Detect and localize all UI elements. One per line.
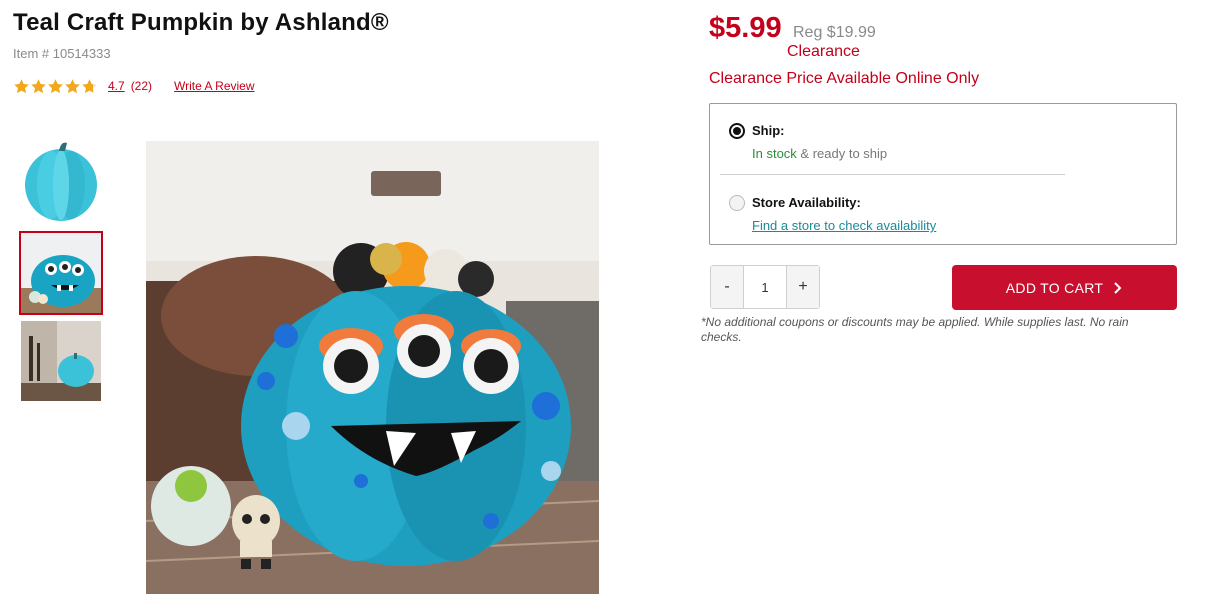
rating-row: 4.7 (22) Write A Review: [13, 76, 255, 96]
star-icon: [14, 78, 29, 93]
regular-price: Reg $19.99: [793, 24, 876, 41]
product-title: Teal Craft Pumpkin by Ashland®: [13, 9, 389, 36]
star-icon: [31, 78, 46, 93]
store-availability-label: Store Availability:: [752, 195, 861, 210]
star-rating: [13, 78, 98, 95]
fulfillment-options: Ship: In stock & ready to ship Store Ava…: [709, 103, 1177, 245]
disclaimer-text: *No additional coupons or discounts may …: [701, 315, 1129, 344]
star-half-icon: [82, 78, 97, 93]
review-count[interactable]: (22): [131, 79, 152, 93]
add-to-cart-button[interactable]: ADD TO CART: [952, 265, 1177, 310]
find-store-link[interactable]: Find a store to check availability: [752, 218, 936, 233]
main-product-image: [146, 141, 599, 594]
pumpkin-scene-thumbnail-image: [21, 321, 101, 401]
ship-radio[interactable]: [729, 123, 745, 139]
item-number: Item # 10514333: [13, 46, 111, 61]
ship-availability: In stock & ready to ship: [752, 146, 887, 161]
sale-price: $5.99: [709, 12, 782, 44]
star-icon: [48, 78, 63, 93]
chevron-right-icon: [1114, 281, 1122, 294]
clearance-label: Clearance: [787, 43, 860, 60]
quantity-decrease-button[interactable]: -: [711, 266, 743, 308]
monster-pumpkin-thumbnail-image: [21, 233, 101, 313]
rating-value-link[interactable]: 4.7: [108, 79, 125, 93]
thumbnail-3[interactable]: [21, 321, 101, 401]
star-icon: [65, 78, 80, 93]
divider: [720, 174, 1065, 175]
in-stock-status: In stock: [752, 146, 797, 161]
ship-label: Ship:: [752, 123, 785, 138]
ship-detail: & ready to ship: [800, 146, 888, 161]
teal-pumpkin-thumbnail-image: [21, 141, 101, 221]
quantity-input[interactable]: 1: [743, 266, 787, 308]
add-to-cart-label: ADD TO CART: [1005, 279, 1104, 296]
clearance-online-note: Clearance Price Available Online Only: [709, 70, 980, 87]
thumbnail-2[interactable]: [19, 231, 103, 315]
write-review-link[interactable]: Write A Review: [174, 79, 254, 93]
quantity-increase-button[interactable]: +: [787, 266, 819, 308]
store-availability-radio[interactable]: [729, 195, 745, 211]
quantity-stepper: - 1 +: [710, 265, 820, 309]
thumbnail-1[interactable]: [21, 141, 101, 221]
